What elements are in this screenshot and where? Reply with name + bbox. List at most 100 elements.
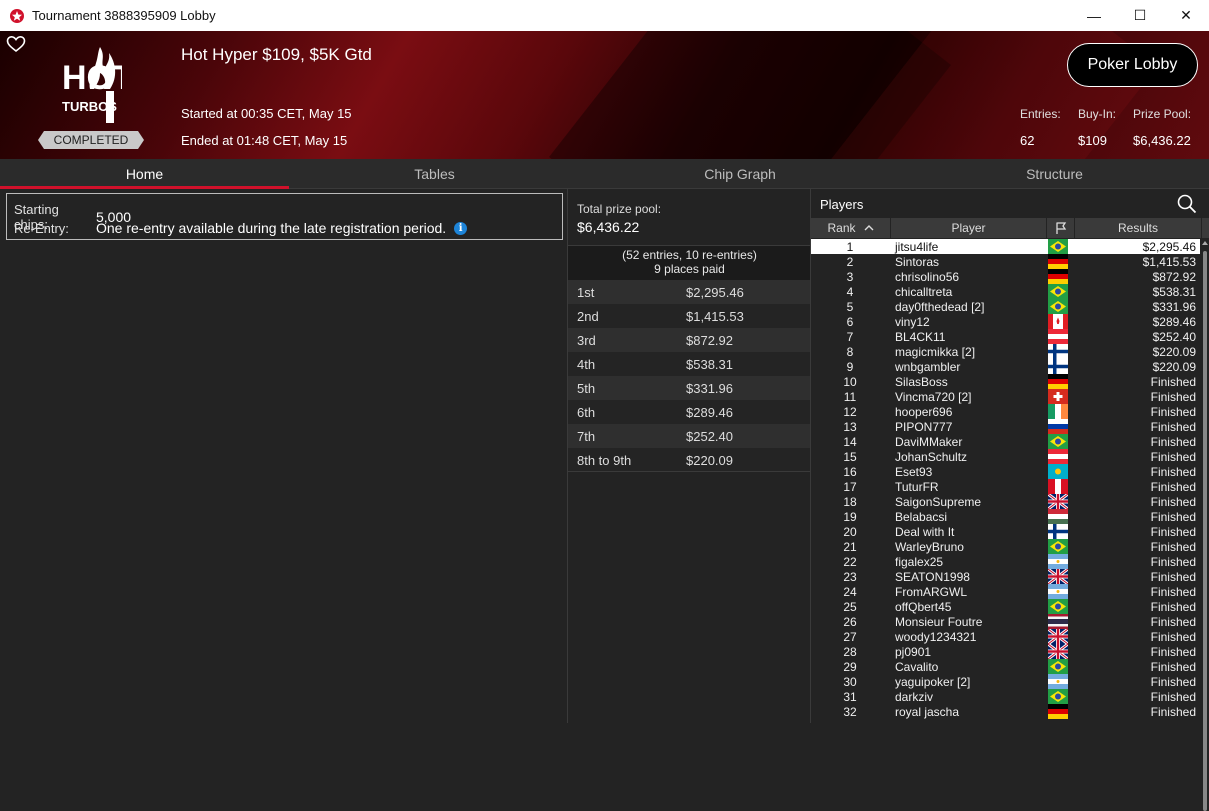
buyin-label: Buy-In: (1078, 107, 1117, 121)
table-row[interactable]: 31 darkziv Finished (811, 689, 1200, 704)
results-column-header[interactable]: Results (1075, 218, 1202, 238)
payout-row: 1st $2,295.46 (568, 280, 811, 304)
table-row[interactable]: 19 Belabacsi Finished (811, 509, 1200, 524)
players-title: Players (820, 197, 864, 212)
table-row[interactable]: 8 magicmikka [2] $220.09 (811, 344, 1200, 359)
player-result: $1,415.53 (1142, 254, 1196, 269)
table-row[interactable]: 30 yaguipoker [2] Finished (811, 674, 1200, 689)
scroll-up-arrow-icon[interactable] (1202, 239, 1208, 247)
entries-label: Entries: (1020, 107, 1061, 121)
minimize-button[interactable]: — (1071, 0, 1117, 31)
table-row[interactable]: 21 WarleyBruno Finished (811, 539, 1200, 554)
table-row[interactable]: 16 Eset93 Finished (811, 464, 1200, 479)
table-row[interactable]: 28 pj0901 Finished (811, 644, 1200, 659)
player-rank: 27 (843, 629, 857, 644)
country-flag-icon (1048, 599, 1068, 614)
player-name: chicalltreta (895, 284, 953, 299)
tab-structure[interactable]: Structure (900, 159, 1209, 189)
close-button[interactable]: ✕ (1163, 0, 1209, 31)
player-rank: 32 (843, 704, 857, 719)
table-row[interactable]: 29 Cavalito Finished (811, 659, 1200, 674)
country-column-header[interactable] (1047, 218, 1075, 238)
country-flag-icon (1048, 419, 1068, 434)
payout-amount: $289.46 (686, 404, 733, 420)
favorite-heart-icon[interactable] (6, 35, 26, 53)
country-flag-icon (1048, 359, 1068, 374)
table-row[interactable]: 3 chrisolino56 $872.92 (811, 269, 1200, 284)
hot-turbos-logo: HOT TURBOS (62, 47, 122, 123)
tab-home[interactable]: Home (0, 159, 289, 189)
player-name: Belabacsi (895, 509, 948, 524)
table-row[interactable]: 27 woody1234321 Finished (811, 629, 1200, 644)
table-row[interactable]: 7 BL4CK11 $252.40 (811, 329, 1200, 344)
payout-place: 1st (577, 284, 595, 300)
country-flag-icon (1048, 269, 1068, 284)
country-flag-icon (1048, 674, 1068, 689)
players-panel: Players Rank Player Results 1 jitsu4life $… (810, 189, 1209, 811)
country-flag-icon (1048, 464, 1068, 479)
table-row[interactable]: 24 FromARGWL Finished (811, 584, 1200, 599)
table-row[interactable]: 9 wnbgambler $220.09 (811, 359, 1200, 374)
country-flag-icon (1048, 404, 1068, 419)
payout-row: 5th $331.96 (568, 376, 811, 400)
country-flag-icon (1048, 374, 1068, 389)
search-icon[interactable] (1177, 194, 1197, 214)
player-result: Finished (1150, 374, 1196, 389)
player-column-header[interactable]: Player (891, 218, 1047, 238)
player-rank: 22 (843, 554, 857, 569)
country-flag-icon (1048, 434, 1068, 449)
player-rank: 19 (843, 509, 857, 524)
country-flag-icon (1048, 254, 1068, 269)
player-name: Deal with It (895, 524, 955, 539)
table-row[interactable]: 15 JohanSchultz Finished (811, 449, 1200, 464)
player-name: chrisolino56 (895, 269, 960, 284)
player-rank: 30 (843, 674, 857, 689)
table-row[interactable]: 18 SaigonSupreme Finished (811, 494, 1200, 509)
tab-chip-graph[interactable]: Chip Graph (580, 159, 900, 189)
player-result: Finished (1150, 659, 1196, 674)
table-row[interactable]: 10 SilasBoss Finished (811, 374, 1200, 389)
home-info-panel: Starting chips: 5,000 Re-Entry: One re-e… (0, 189, 567, 723)
table-row[interactable]: 17 TuturFR Finished (811, 479, 1200, 494)
tab-tables[interactable]: Tables (289, 159, 580, 189)
players-scrollbar[interactable] (1203, 251, 1207, 811)
table-row[interactable]: 20 Deal with It Finished (811, 524, 1200, 539)
country-flag-icon (1048, 614, 1068, 629)
country-flag-icon (1048, 494, 1068, 509)
maximize-button[interactable]: ☐ (1117, 0, 1163, 31)
player-rank: 1 (846, 239, 854, 254)
table-row[interactable]: 6 viny12 $289.46 (811, 314, 1200, 329)
table-row[interactable]: 13 PIPON777 Finished (811, 419, 1200, 434)
country-flag-icon (1048, 479, 1068, 494)
rank-column-header[interactable]: Rank (811, 218, 891, 238)
player-result: $872.92 (1152, 269, 1196, 284)
player-result: Finished (1150, 509, 1196, 524)
table-row[interactable]: 11 Vincma720 [2] Finished (811, 389, 1200, 404)
table-row[interactable]: 1 jitsu4life $2,295.46 (811, 239, 1200, 254)
country-flag-icon (1048, 329, 1068, 344)
table-row[interactable]: 23 SEATON1998 Finished (811, 569, 1200, 584)
payout-place: 4th (577, 356, 596, 372)
table-row[interactable]: 4 chicalltreta $538.31 (811, 284, 1200, 299)
table-row[interactable]: 26 Monsieur Foutre Finished (811, 614, 1200, 629)
players-table: 1 jitsu4life $2,295.46 2 Sintoras $1,415.53 3 c… (811, 239, 1200, 719)
country-flag-icon (1048, 704, 1068, 719)
player-result: $331.96 (1152, 299, 1196, 314)
table-row[interactable]: 14 DaviMMaker Finished (811, 434, 1200, 449)
player-rank: 14 (843, 434, 857, 449)
poker-lobby-button[interactable]: Poker Lobby (1067, 43, 1198, 87)
tournament-header: HOT TURBOS COMPLETED Hot Hyper $109, $5K… (0, 31, 1209, 159)
prize-pool-value: $6,436.22 (1133, 133, 1191, 148)
table-row[interactable]: 2 Sintoras $1,415.53 (811, 254, 1200, 269)
table-row[interactable]: 5 day0fthedead [2] $331.96 (811, 299, 1200, 314)
table-row[interactable]: 32 royal jascha Finished (811, 704, 1200, 719)
table-row[interactable]: 12 hooper696 Finished (811, 404, 1200, 419)
payout-amount: $538.31 (686, 356, 733, 372)
players-table-header: Rank Player Results (811, 218, 1209, 238)
table-row[interactable]: 22 figalex25 Finished (811, 554, 1200, 569)
country-flag-icon (1048, 554, 1068, 569)
info-icon[interactable]: i (454, 221, 468, 235)
table-row[interactable]: 25 offQbert45 Finished (811, 599, 1200, 614)
player-result: Finished (1150, 449, 1196, 464)
country-flag-icon (1048, 584, 1068, 599)
